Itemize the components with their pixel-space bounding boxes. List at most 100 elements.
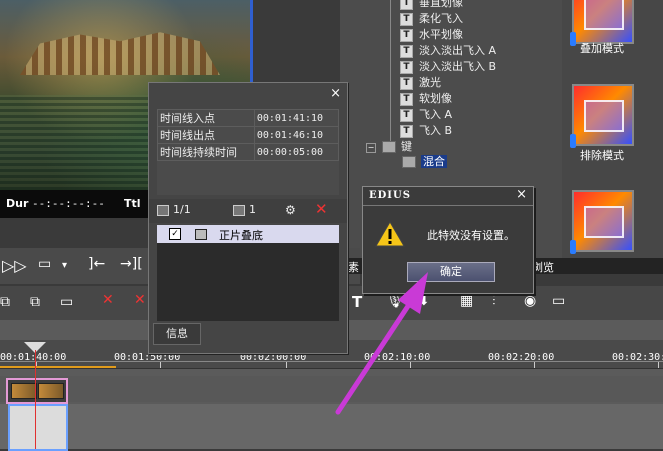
microphone-icon[interactable]: 🎙 bbox=[386, 293, 404, 309]
clip-thumbnail bbox=[11, 383, 37, 399]
ruler-tick bbox=[160, 362, 161, 368]
effect-count-value: 1 bbox=[249, 203, 256, 216]
tree-item-label: 软划像 bbox=[419, 92, 452, 105]
collapse-toggle-icon[interactable]: − bbox=[366, 143, 376, 153]
tree-item-soft-fly-in[interactable]: T 柔化飞入 bbox=[400, 10, 463, 26]
close-icon[interactable]: × bbox=[516, 187, 527, 202]
enable-checkbox[interactable]: ✓ bbox=[169, 228, 181, 240]
delete-icon[interactable]: ✕ bbox=[315, 200, 328, 218]
tree-item-label: 混合 bbox=[421, 155, 447, 168]
alert-message: 此特效没有设置。 bbox=[427, 229, 515, 242]
tree-item-label: 飞入 A bbox=[419, 108, 453, 121]
effect-name: 正片叠底 bbox=[219, 229, 263, 242]
transition-icon: T bbox=[400, 28, 413, 42]
settings-icon[interactable]: ⚙ bbox=[285, 203, 296, 217]
close-icon[interactable]: × bbox=[330, 86, 341, 101]
info-dialog: × 时间线入点 00:01:41:10 时间线出点 00:01:46:10 时间… bbox=[148, 82, 348, 354]
info-marker-icon bbox=[570, 134, 576, 148]
effect-thumbnail-exclude[interactable] bbox=[570, 84, 634, 148]
info-label: 时间线入点 bbox=[157, 109, 255, 127]
video-clip[interactable] bbox=[6, 378, 68, 404]
effect-thumbnail[interactable] bbox=[570, 190, 634, 254]
tab-bin[interactable]: 素 bbox=[348, 259, 359, 275]
thumbnail-label: 叠加模式 bbox=[580, 42, 624, 55]
video-track bbox=[0, 376, 663, 402]
mixer-icon[interactable]: ⫶ bbox=[492, 293, 496, 309]
tree-item-label: 激光 bbox=[419, 76, 441, 89]
list-item[interactable]: ✓ 正片叠底 bbox=[157, 225, 339, 243]
ruler-baseline bbox=[0, 361, 663, 362]
transition-icon: T bbox=[400, 124, 413, 138]
page-indicator: 1/1 bbox=[157, 203, 191, 216]
table-row: 时间线入点 00:01:41:10 bbox=[157, 109, 340, 127]
tree-item-label: 淡入淡出飞入 A bbox=[419, 44, 497, 57]
tree-item-soft-wipe[interactable]: T 软划像 bbox=[400, 90, 452, 106]
paste-icon[interactable]: ⧉ bbox=[30, 294, 40, 310]
transition-icon: T bbox=[400, 108, 413, 122]
thumbnail-preview bbox=[584, 0, 624, 30]
tree-item-vertical-wipe[interactable]: T 垂直划像 bbox=[400, 0, 463, 10]
ruler-tick bbox=[286, 362, 287, 368]
paste-insert-icon[interactable]: ▭ bbox=[60, 294, 73, 310]
tree-item-fade-fly-in-a[interactable]: T 淡入淡出飞入 A bbox=[400, 42, 497, 58]
thumbnail-preview bbox=[584, 206, 624, 238]
transition-icon: T bbox=[400, 12, 413, 26]
render-icon[interactable]: ⬇ bbox=[418, 293, 430, 309]
tree-item-label: 淡入淡出飞入 B bbox=[419, 60, 497, 73]
total-label: Ttl bbox=[124, 197, 141, 210]
set-in-point-icon[interactable]: ]← bbox=[88, 256, 105, 272]
transition-icon: T bbox=[400, 76, 413, 90]
tab-info[interactable]: 信息 bbox=[153, 323, 201, 345]
color-wheel-icon[interactable]: ◉ bbox=[524, 293, 536, 309]
copy-icon[interactable]: ⧉ bbox=[0, 294, 10, 310]
info-value: 00:01:46:10 bbox=[253, 126, 340, 144]
tree-item-fade-fly-in-b[interactable]: T 淡入淡出飞入 B bbox=[400, 58, 497, 74]
ruler-tick bbox=[534, 362, 535, 368]
tree-item-label: 垂直划像 bbox=[419, 0, 463, 9]
tree-folder-keys[interactable]: − 键 bbox=[366, 138, 412, 153]
transition-icon: T bbox=[400, 0, 413, 10]
clip-info-table: 时间线入点 00:01:41:10 时间线出点 00:01:46:10 时间线持… bbox=[157, 109, 340, 161]
effect-count: 1 bbox=[233, 203, 256, 216]
tree-item-fly-in-b[interactable]: T 飞入 B bbox=[400, 122, 452, 138]
delete-mark-icon[interactable]: ✕ bbox=[102, 292, 114, 308]
table-row: 时间线持续时间 00:00:05:00 bbox=[157, 143, 340, 161]
thumbnail-preview bbox=[584, 100, 624, 132]
tree-item-fly-in-a[interactable]: T 飞入 A bbox=[400, 106, 453, 122]
warning-icon bbox=[375, 221, 405, 247]
set-out-point-icon[interactable]: →][ bbox=[120, 256, 143, 272]
tab-browse[interactable]: 浏览 bbox=[532, 259, 554, 275]
tree-item-laser[interactable]: T 激光 bbox=[400, 74, 441, 90]
output-icon[interactable]: ▭ bbox=[38, 256, 51, 272]
transition-icon: T bbox=[400, 44, 413, 58]
layer-icon bbox=[195, 229, 207, 240]
duration-value: --:--:--:-- bbox=[32, 197, 105, 210]
overlay-clip[interactable] bbox=[8, 404, 68, 451]
tree-item-blend[interactable]: 混合 bbox=[402, 153, 447, 168]
grid-icon[interactable]: ▦ bbox=[460, 293, 473, 309]
tree-item-label: 柔化飞入 bbox=[419, 12, 463, 25]
folder-icon bbox=[382, 141, 396, 153]
tree-item-horizontal-wipe[interactable]: T 水平划像 bbox=[400, 26, 463, 42]
effect-thumbnails: 叠加模式 排除模式 bbox=[562, 0, 663, 258]
transition-icon: T bbox=[400, 60, 413, 74]
thumbnail-label: 排除模式 bbox=[580, 149, 624, 162]
info-marker-icon bbox=[570, 240, 576, 254]
delete-icon[interactable]: ✕ bbox=[134, 292, 146, 308]
title-icon[interactable]: T bbox=[352, 293, 362, 311]
effect-list-icon bbox=[233, 204, 245, 216]
window-layout-icon[interactable]: ▭ bbox=[552, 293, 565, 309]
edius-alert-dialog: EDIUS × 此特效没有设置。 确定 bbox=[362, 186, 534, 294]
overlay-track bbox=[0, 404, 663, 449]
info-label: 时间线出点 bbox=[157, 126, 255, 144]
effect-thumbnail-overlay[interactable] bbox=[570, 0, 634, 46]
layers-icon bbox=[157, 204, 169, 216]
tree-item-label: 水平划像 bbox=[419, 28, 463, 41]
tree-folder-label: 键 bbox=[401, 140, 412, 153]
fast-forward-icon[interactable]: ▷▷ bbox=[2, 256, 27, 275]
playhead-line bbox=[35, 350, 36, 449]
ok-button[interactable]: 确定 bbox=[407, 262, 495, 282]
ruler-tick bbox=[410, 362, 411, 368]
chevron-down-icon[interactable]: ▾ bbox=[62, 260, 67, 271]
info-toolbar: 1/1 1 ⚙ ✕ bbox=[149, 199, 347, 223]
